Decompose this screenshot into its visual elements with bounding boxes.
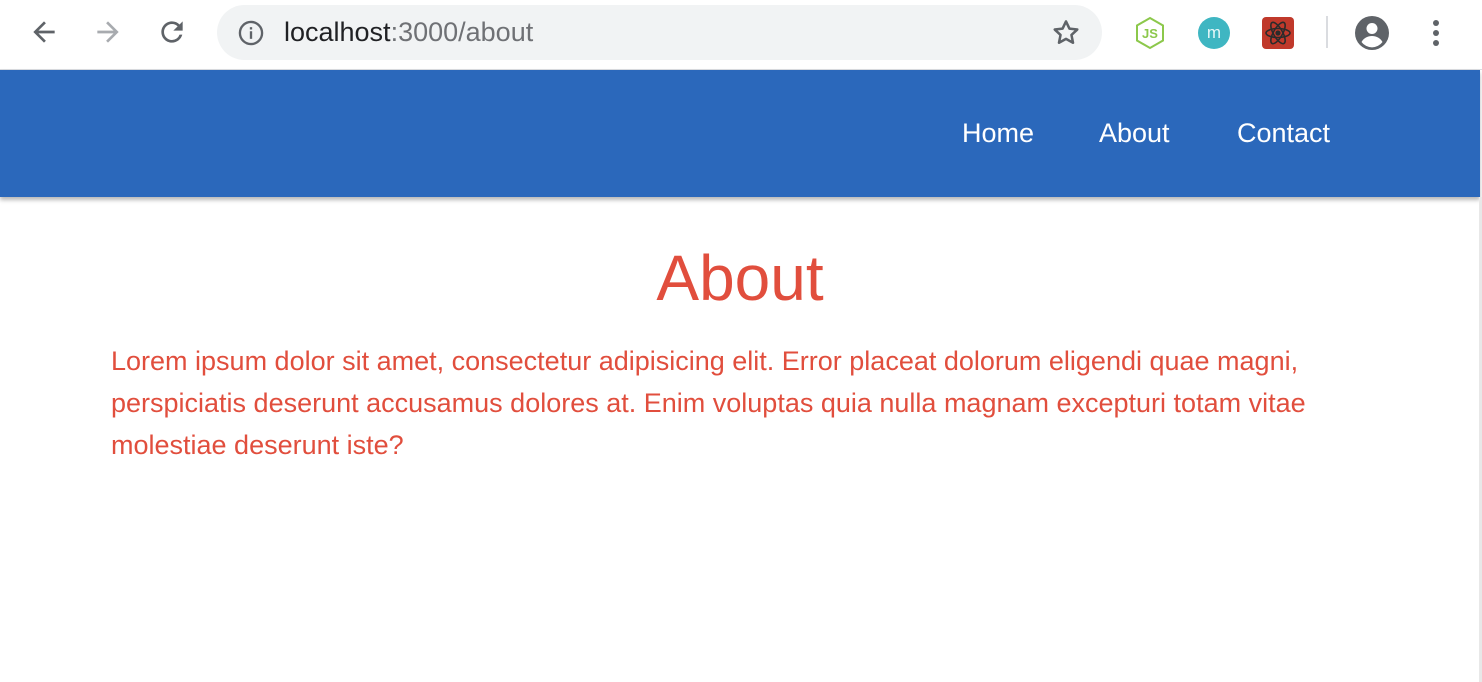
arrow-right-icon	[97, 21, 119, 43]
url-path: :3000/about	[390, 17, 534, 47]
svg-text:JS: JS	[1142, 26, 1158, 41]
star-icon[interactable]	[1050, 17, 1082, 49]
kebab-menu-icon[interactable]	[1422, 15, 1450, 51]
page-title: About	[656, 242, 824, 314]
reload-icon	[161, 21, 183, 43]
forward-button[interactable]	[90, 14, 126, 50]
arrow-left-icon	[33, 21, 55, 43]
back-button[interactable]	[26, 14, 62, 50]
react-extension-icon[interactable]	[1261, 16, 1295, 50]
url-text[interactable]: localhost:3000/about	[284, 17, 533, 47]
nodejs-extension-icon[interactable]: JS	[1133, 16, 1167, 50]
url-host: localhost	[284, 17, 391, 47]
svg-text:m: m	[1207, 23, 1221, 42]
nav-link-about[interactable]: About	[1099, 117, 1170, 149]
browser-toolbar: localhost:3000/about JS m	[0, 0, 1482, 70]
nav-link-home[interactable]: Home	[962, 117, 1034, 149]
main-content: About Lorem ipsum dolor sit amet, consec…	[0, 197, 1480, 682]
navbar: Home About Contact	[0, 70, 1480, 197]
nav-link-contact[interactable]: Contact	[1237, 117, 1330, 149]
account-icon[interactable]	[1354, 15, 1390, 51]
info-icon[interactable]	[237, 19, 265, 47]
m-extension-icon[interactable]: m	[1197, 16, 1231, 50]
reload-button[interactable]	[154, 14, 190, 50]
page-paragraph: Lorem ipsum dolor sit amet, consectetur …	[111, 346, 1306, 460]
toolbar-divider	[1326, 16, 1328, 48]
address-bar[interactable]: localhost:3000/about	[217, 5, 1102, 60]
